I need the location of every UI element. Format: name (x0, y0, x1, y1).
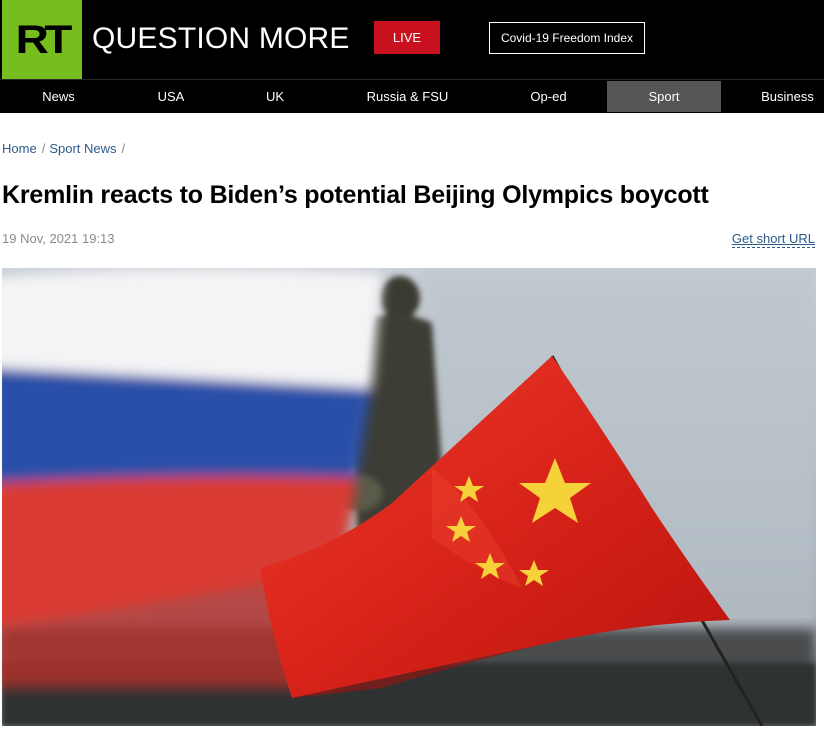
nav-item-russia-fsu[interactable]: Russia & FSU (325, 81, 490, 112)
article-hero-image (2, 268, 816, 726)
breadcrumb: Home / Sport News / (2, 141, 129, 156)
nav-item-uk[interactable]: UK (225, 81, 325, 112)
logo-text: RT (15, 17, 73, 62)
nav-item-business[interactable]: Business (721, 81, 824, 112)
breadcrumb-home[interactable]: Home (2, 141, 37, 156)
breadcrumb-separator: / (41, 141, 46, 156)
flags-photo (2, 268, 816, 726)
breadcrumb-separator: / (121, 141, 126, 156)
top-header: RT QUESTION MORE LIVE Covid-19 Freedom I… (0, 0, 824, 79)
get-short-url-link[interactable]: Get short URL (731, 231, 815, 248)
nav-item-sport[interactable]: Sport (607, 81, 721, 112)
nav-item-usa[interactable]: USA (117, 81, 225, 112)
breadcrumb-sport-news[interactable]: Sport News (49, 141, 116, 156)
tagline: QUESTION MORE (92, 22, 350, 55)
covid-index-button[interactable]: Covid-19 Freedom Index (489, 22, 645, 54)
rt-logo[interactable]: RT (2, 0, 82, 79)
article-title: Kremlin reacts to Biden’s potential Beij… (2, 181, 709, 209)
nav-item-op-ed[interactable]: Op-ed (490, 81, 607, 112)
nav-item-news[interactable]: News (0, 81, 117, 112)
live-button[interactable]: LIVE (374, 21, 440, 54)
article-date: 19 Nov, 2021 19:13 (2, 231, 115, 246)
main-nav: News USA UK Russia & FSU Op-ed Sport Bus… (0, 79, 824, 113)
